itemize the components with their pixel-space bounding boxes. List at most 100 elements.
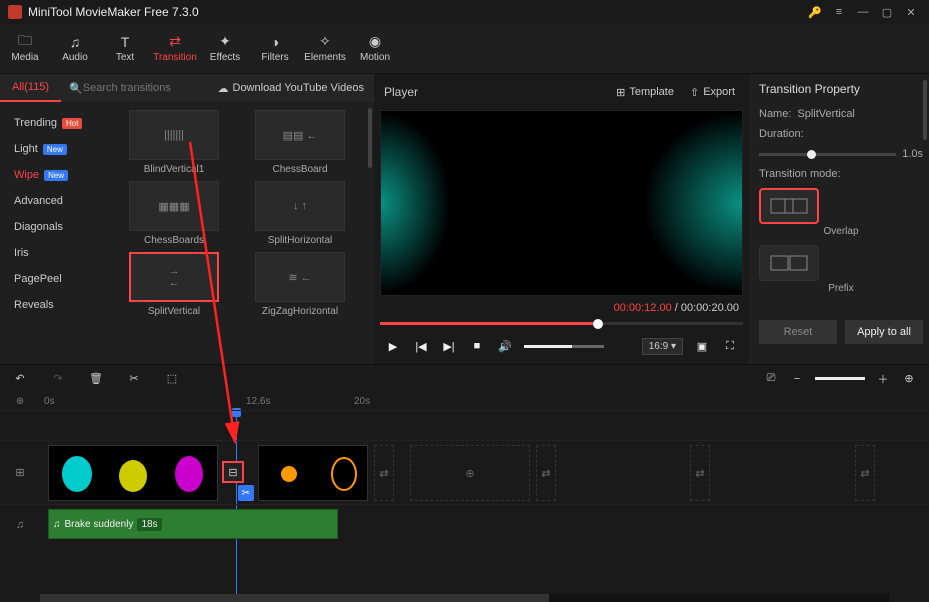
track-video[interactable]: ⊞ ⊟ ✂ ⇄ ⊕ ⇄ ⇄ ⇄ [0,440,929,504]
redo-button[interactable]: ↷ [50,371,66,387]
empty-slot[interactable]: ⊕ [410,445,530,501]
apply-all-button[interactable]: Apply to all [845,320,923,344]
zoom-fit-button[interactable]: ⊕ [901,371,917,387]
category-light[interactable]: LightNew [0,136,110,162]
volume-icon[interactable]: 🔊 [496,337,514,355]
delete-button[interactable]: 🗑 [88,371,104,387]
nav-media[interactable]: 🗀Media [0,24,50,74]
undo-button[interactable]: ↶ [12,371,28,387]
folder-icon: 🗀 [17,35,33,49]
download-youtube-button[interactable]: ☁Download YouTube Videos [208,82,375,95]
zoom-in-button[interactable]: ＋ [875,371,891,387]
grid-scrollbar[interactable] [368,108,372,168]
scissor-icon[interactable]: ✂ [238,485,254,501]
menu-icon[interactable]: ≡ [829,2,849,22]
duration-value: 1.0s [902,148,923,160]
time-current: 00:00:12.00 [614,302,672,314]
category-wipe[interactable]: WipeNew [0,162,110,188]
nav-audio[interactable]: ♫Audio [50,24,100,74]
transition-slot-4[interactable]: ⇄ [855,445,875,501]
transition-blindvertical1[interactable]: |||||||BlindVertical1 [114,110,234,175]
crop-button[interactable]: ⬚ [164,371,180,387]
transition-slot-2[interactable]: ⇄ [536,445,556,501]
app-logo [8,5,22,19]
category-advanced[interactable]: Advanced [0,188,110,214]
snapshot-button[interactable]: ▣ [693,337,711,355]
play-button[interactable]: ▶ [384,337,402,355]
aspect-select[interactable]: 16:9 ▾ [642,338,683,355]
text-icon: T [117,35,133,49]
transition-splithorizontal[interactable]: ↓ ↑SplitHorizontal [240,181,360,246]
nav-motion[interactable]: ◉Motion [350,24,400,74]
elements-icon: ✧ [317,35,333,49]
category-list: TrendingHot LightNew WipeNew Advanced Di… [0,102,110,364]
category-diagonals[interactable]: Diagonals [0,214,110,240]
video-track-icon: ⊞ [0,466,40,479]
mode-prefix[interactable] [759,245,819,281]
transition-icon: ⇄ [167,35,183,49]
close-button[interactable]: ✕ [901,2,921,22]
audio-track-icon: ♫ [0,519,40,531]
timeline: ⊕ 0s 12.6s 20s ⊞ ⊟ ✂ ⇄ ⊕ ⇄ ⇄ ⇄ ♫ ♫ [0,392,929,602]
transition-badge[interactable]: ⊟ [222,461,244,483]
nav-effects[interactable]: ✦Effects [200,24,250,74]
app-title: MiniTool MovieMaker Free 7.3.0 [28,5,801,19]
track-audio[interactable]: ♫ ♫ Brake suddenly 18s [0,504,929,544]
export-button[interactable]: ⇧Export [682,82,743,103]
nav-filters[interactable]: ◑Filters [250,24,300,74]
prev-button[interactable]: |◀ [412,337,430,355]
video-clip-1[interactable] [48,445,218,501]
timeline-ruler[interactable]: ⊕ 0s 12.6s 20s [0,392,929,410]
fullscreen-button[interactable]: ⛶ [721,337,739,355]
category-pagepeel[interactable]: PagePeel [0,266,110,292]
nav-transition[interactable]: ⇄Transition [150,24,200,74]
search-input[interactable] [83,82,193,94]
minimize-button[interactable]: — [853,2,873,22]
next-button[interactable]: ▶| [440,337,458,355]
category-trending[interactable]: TrendingHot [0,110,110,136]
key-icon[interactable]: 🔑 [805,2,825,22]
transition-chessboards[interactable]: ▦▦▦ChessBoards [114,181,234,246]
nav-text[interactable]: TText [100,24,150,74]
timeline-scrollbar[interactable] [40,594,889,602]
category-reveals[interactable]: Reveals [0,292,110,318]
music-note-icon: ♫ [53,519,61,530]
split-button[interactable]: ✂ [126,371,142,387]
track-overlay[interactable] [0,410,929,440]
transitions-panel: All(115) 🔍 ☁Download YouTube Videos Tren… [0,74,374,364]
stop-button[interactable]: ■ [468,337,486,355]
tab-all[interactable]: All(115) [0,74,61,102]
audio-clip[interactable]: ♫ Brake suddenly 18s [48,509,338,539]
time-total: 00:00:20.00 [681,302,739,314]
maximize-button[interactable]: ▢ [877,2,897,22]
transition-slot-1[interactable]: ⇄ [374,445,394,501]
add-track-button[interactable]: ⊕ [0,392,40,410]
timeline-toolbar: ↶ ↷ 🗑 ✂ ⬚ ⎚ − ＋ ⊕ [0,364,929,392]
transition-slot-3[interactable]: ⇄ [690,445,710,501]
template-icon: ⊞ [616,86,625,99]
search-icon: 🔍 [69,82,83,95]
transition-zigzaghorizontal[interactable]: ≋ ←ZigZagHorizontal [240,252,360,317]
volume-slider[interactable] [524,345,604,348]
player-title: Player [380,85,608,99]
player-panel: Player ⊞Template ⇧Export 00:00:12.00 / 0… [374,74,749,364]
transition-chessboard[interactable]: ▤▤ ←ChessBoard [240,110,360,175]
titlebar: MiniTool MovieMaker Free 7.3.0 🔑 ≡ — ▢ ✕ [0,0,929,24]
video-preview[interactable] [380,110,743,296]
filters-icon: ◑ [267,35,283,49]
zoom-out-button[interactable]: − [789,371,805,387]
transition-splitvertical[interactable]: →←SplitVertical [114,252,234,317]
mode-overlap[interactable] [759,188,819,224]
cloud-icon: ☁ [218,82,229,95]
property-scrollbar[interactable] [923,80,927,140]
reset-button[interactable]: Reset [759,320,837,344]
video-clip-2[interactable] [258,445,368,501]
audio-icon[interactable]: ⎚ [763,371,779,387]
duration-slider[interactable] [759,153,896,156]
template-button[interactable]: ⊞Template [608,82,682,103]
nav-elements[interactable]: ✧Elements [300,24,350,74]
zoom-slider[interactable] [815,377,865,380]
effects-icon: ✦ [217,35,233,49]
category-iris[interactable]: Iris [0,240,110,266]
seek-bar[interactable] [380,316,743,332]
